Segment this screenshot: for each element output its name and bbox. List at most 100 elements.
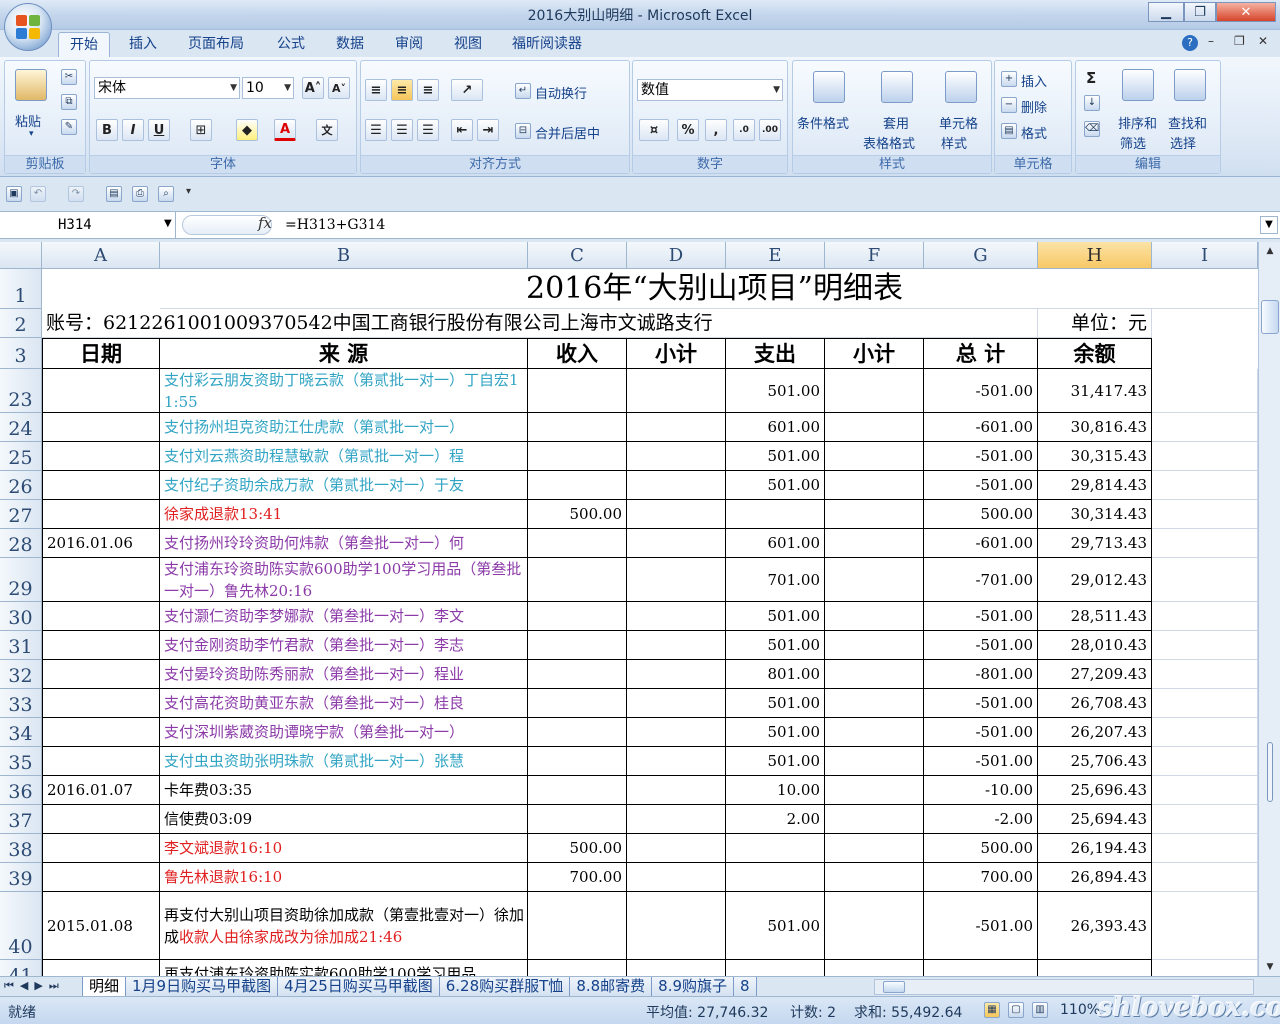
table-header-balance[interactable]: 余额 — [1038, 338, 1152, 369]
row-header-35[interactable]: 35 — [0, 747, 42, 776]
cell-balance[interactable]: 25,696.43 — [1038, 776, 1152, 805]
cell-date[interactable] — [42, 660, 160, 689]
border-icon[interactable]: ⊞ — [190, 119, 212, 141]
cell-subtotal1[interactable] — [627, 413, 726, 442]
decrease-font-icon[interactable]: A˅ — [328, 77, 350, 99]
cell-balance[interactable]: 26,207.43 — [1038, 718, 1152, 747]
undo-icon[interactable]: ↶ — [30, 186, 46, 202]
cell-income[interactable] — [528, 776, 627, 805]
cell-total[interactable]: -501.00 — [924, 369, 1038, 413]
cell-income[interactable]: 500.00 — [528, 834, 627, 863]
row-header-27[interactable]: 27 — [0, 500, 42, 529]
increase-decimal-icon[interactable]: .0 — [733, 119, 755, 141]
restore-button[interactable]: ❐ — [1184, 2, 1216, 22]
sheet-title[interactable]: 2016年“大别山项目”明细表 — [160, 269, 1258, 309]
clear-icon[interactable]: ⌫ — [1084, 121, 1100, 137]
zoom-handle[interactable] — [1267, 742, 1273, 802]
row-header-26[interactable]: 26 — [0, 471, 42, 500]
row-header-28[interactable]: 28 — [0, 529, 42, 558]
column-header-f[interactable]: F — [825, 242, 924, 269]
cell-balance[interactable]: 25,706.43 — [1038, 747, 1152, 776]
cell-i[interactable] — [1152, 747, 1258, 776]
decrease-indent-icon[interactable]: ⇤ — [451, 119, 473, 141]
cell-subtotal2[interactable] — [825, 442, 924, 471]
cell-source[interactable]: 支付灏仁资助李梦娜款（第叁批一对一）李文 — [160, 602, 528, 631]
cell-source[interactable]: 支付刘云燕资助程慧敏款（第贰批一对一）程 — [160, 442, 528, 471]
customize-qat-icon[interactable]: ▾ — [186, 186, 191, 197]
cell-date[interactable] — [42, 500, 160, 529]
column-header-c[interactable]: C — [528, 242, 627, 269]
hscroll-thumb[interactable] — [883, 981, 905, 993]
scroll-thumb[interactable] — [1261, 300, 1279, 334]
cell-expense[interactable]: 501.00 — [726, 631, 825, 660]
cell-total[interactable]: -2.00 — [924, 805, 1038, 834]
column-header-g[interactable]: G — [924, 242, 1038, 269]
cell-total[interactable]: 500.00 — [924, 834, 1038, 863]
cell-i[interactable] — [1152, 369, 1258, 413]
cell-subtotal1[interactable] — [627, 471, 726, 500]
cell-balance[interactable]: 29,814.43 — [1038, 471, 1152, 500]
cell-i[interactable] — [1152, 689, 1258, 718]
cell-balance[interactable]: 28,511.43 — [1038, 602, 1152, 631]
cell-subtotal2[interactable] — [825, 718, 924, 747]
cell-source[interactable]: 再支付浦东玲资助陈实款600助学100学习用品 — [160, 960, 528, 976]
cell-date[interactable] — [42, 834, 160, 863]
cut-icon[interactable]: ✂ — [61, 69, 77, 85]
table-header-income[interactable]: 收入 — [528, 338, 627, 369]
row-header-2[interactable]: 2 — [0, 309, 42, 338]
cell-total[interactable]: -10.00 — [924, 776, 1038, 805]
number-format-select[interactable]: 数值 ▼ — [637, 79, 783, 101]
cell-expense[interactable]: 801.00 — [726, 660, 825, 689]
cell-expense[interactable] — [726, 500, 825, 529]
cell-i[interactable] — [1152, 558, 1258, 602]
cell-source[interactable]: 再支付大别山项目资助徐加成款（第壹批壹对一）徐加成收款人由徐家成改为徐加成21:… — [160, 892, 528, 960]
copy-icon[interactable]: ⧉ — [61, 94, 77, 110]
cell-i[interactable] — [1152, 834, 1258, 863]
cell-total[interactable]: 700.00 — [924, 863, 1038, 892]
cell-date[interactable]: 2016.01.06 — [42, 529, 160, 558]
cell-expense[interactable]: 501.00 — [726, 689, 825, 718]
column-header-h[interactable]: H — [1038, 242, 1152, 269]
table-format-label1[interactable]: 套用 — [883, 113, 909, 132]
cell-total[interactable]: -701.00 — [924, 558, 1038, 602]
cell-source[interactable]: 支付深圳紫葳资助谭晓宇款（第叁批一对一） — [160, 718, 528, 747]
paste-button[interactable]: 粘贴 — [15, 111, 41, 130]
cell-balance[interactable] — [1038, 960, 1152, 976]
cell-i[interactable] — [1152, 413, 1258, 442]
cell-date[interactable] — [42, 602, 160, 631]
cell-styles-label1[interactable]: 单元格 — [939, 113, 978, 132]
cell-expense[interactable]: 601.00 — [726, 529, 825, 558]
cell-income[interactable] — [528, 892, 627, 960]
tab-view[interactable]: 视图 — [443, 32, 493, 57]
cell-i[interactable] — [1152, 718, 1258, 747]
sheet-tab[interactable]: 4月25日购买马甲截图 — [278, 977, 440, 997]
cell-i[interactable] — [1152, 776, 1258, 805]
name-box-dropdown-icon[interactable]: ▼ — [164, 218, 172, 229]
cell-income[interactable] — [528, 558, 627, 602]
decrease-decimal-icon[interactable]: .00 — [759, 119, 781, 141]
page-break-view-icon[interactable]: ▥ — [1032, 1002, 1048, 1018]
cell-date[interactable] — [42, 413, 160, 442]
italic-button[interactable]: I — [122, 119, 144, 141]
account-info[interactable]: 账号：6212261001009370542中国工商银行股份有限公司上海市文诚路… — [42, 309, 1038, 338]
cell-source[interactable]: 支付虫虫资助张明珠款（第贰批一对一）张慧 — [160, 747, 528, 776]
row-header-30[interactable]: 30 — [0, 602, 42, 631]
align-middle-icon[interactable]: ≡ — [391, 79, 413, 101]
tab-home[interactable]: 开始 — [58, 32, 110, 57]
increase-indent-icon[interactable]: ⇥ — [477, 119, 499, 141]
cell-income[interactable] — [528, 805, 627, 834]
cell-balance[interactable]: 26,894.43 — [1038, 863, 1152, 892]
cell-subtotal2[interactable] — [825, 960, 924, 976]
cell-income[interactable] — [528, 631, 627, 660]
cell-total[interactable]: -501.00 — [924, 471, 1038, 500]
page-layout-view-icon[interactable]: ▢ — [1008, 1002, 1024, 1018]
merge-center-button[interactable]: 合并后居中 — [535, 123, 600, 142]
cell-i[interactable] — [1152, 471, 1258, 500]
cell-i[interactable] — [1152, 892, 1258, 960]
cell-i[interactable] — [1152, 660, 1258, 689]
column-header-i[interactable]: I — [1152, 242, 1258, 269]
cell-subtotal2[interactable] — [825, 558, 924, 602]
sheet-tab[interactable]: 6.28购买群服T恤 — [439, 977, 571, 997]
row-header-23[interactable]: 23 — [0, 369, 42, 413]
cell-balance[interactable]: 25,694.43 — [1038, 805, 1152, 834]
